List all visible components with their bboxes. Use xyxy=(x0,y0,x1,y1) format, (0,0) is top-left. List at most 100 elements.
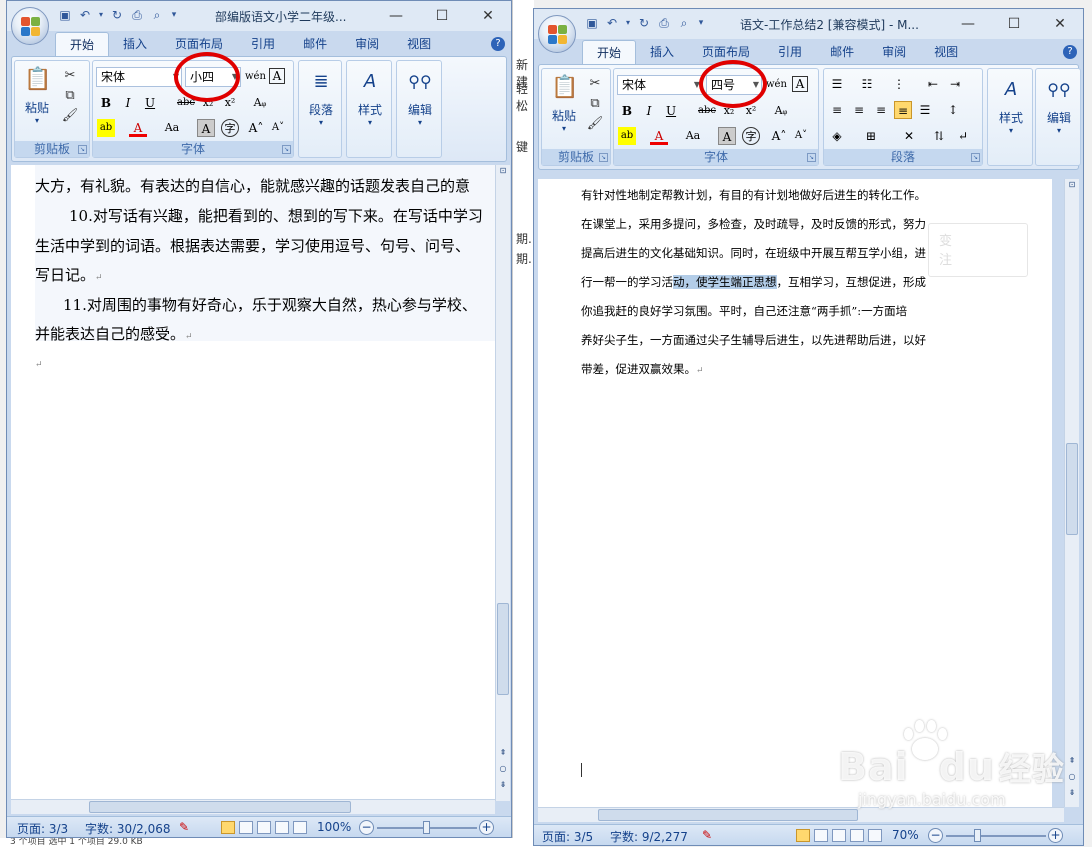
word-count[interactable]: 字数: 9/2,277 xyxy=(610,828,688,845)
character-border-icon[interactable]: A xyxy=(792,76,808,92)
print-layout-icon[interactable] xyxy=(221,821,235,834)
redo-icon[interactable]: ↻ xyxy=(109,7,125,23)
horizontal-scrollbar[interactable] xyxy=(11,799,495,814)
decrease-indent-icon[interactable]: ⇤ xyxy=(924,75,942,93)
shading-icon[interactable]: ◈ xyxy=(828,127,846,145)
tab-mailings[interactable]: 邮件 xyxy=(816,40,868,64)
align-center-icon[interactable]: ≡ xyxy=(850,101,868,119)
outline-view-icon[interactable] xyxy=(275,821,289,834)
bold-icon[interactable]: B xyxy=(97,94,115,112)
subscript-icon[interactable]: x₂ xyxy=(199,94,217,112)
tab-page-layout[interactable]: 页面布局 xyxy=(161,32,237,56)
grow-font-icon[interactable]: A˄ xyxy=(770,127,788,145)
prev-page-icon[interactable]: ⇞ xyxy=(496,747,510,759)
multilevel-list-icon[interactable]: ⋮ xyxy=(890,75,908,93)
scroll-thumb[interactable] xyxy=(1066,443,1078,535)
web-layout-icon[interactable] xyxy=(832,829,846,842)
draft-view-icon[interactable] xyxy=(293,821,307,834)
enclose-characters-icon[interactable]: 字 xyxy=(742,127,760,145)
cut-icon[interactable]: ✂ xyxy=(586,75,604,93)
selected-text[interactable]: 动，使学生端正思想 xyxy=(673,275,777,289)
superscript-icon[interactable]: x² xyxy=(742,102,760,120)
scroll-thumb[interactable] xyxy=(598,809,858,821)
help-icon[interactable]: ? xyxy=(1063,45,1077,59)
strikethrough-icon[interactable]: abc xyxy=(177,94,195,112)
show-marks-icon[interactable]: ↵ xyxy=(954,127,972,145)
scroll-thumb[interactable] xyxy=(89,801,351,813)
tab-home[interactable]: 开始 xyxy=(55,32,110,56)
browse-object-icon[interactable]: ○ xyxy=(496,763,510,775)
customize-qat-icon[interactable]: ▾ xyxy=(696,15,706,31)
scroll-thumb[interactable] xyxy=(497,603,509,695)
format-painter-icon[interactable]: 🖌 xyxy=(61,107,79,125)
superscript-icon[interactable]: x² xyxy=(221,94,239,112)
draft-view-icon[interactable] xyxy=(868,829,882,842)
tab-home[interactable]: 开始 xyxy=(582,40,637,64)
zoom-in-button[interactable]: + xyxy=(1048,828,1063,843)
save-icon[interactable]: ▣ xyxy=(57,7,73,23)
tab-page-layout[interactable]: 页面布局 xyxy=(688,40,764,64)
distributed-icon[interactable]: ☰ xyxy=(916,101,934,119)
bullets-icon[interactable]: ☰ xyxy=(828,75,846,93)
align-left-icon[interactable]: ≡ xyxy=(828,101,846,119)
character-shading-icon[interactable]: A xyxy=(197,119,215,137)
editing-button[interactable]: ⚲⚲ 编辑 ▾ xyxy=(1038,75,1080,135)
office-button[interactable] xyxy=(11,7,49,45)
enclose-characters-icon[interactable]: 字 xyxy=(221,119,239,137)
character-shading-icon[interactable]: A xyxy=(718,127,736,145)
vertical-scrollbar[interactable]: ⊡ ⇞ ○ ⇟ xyxy=(1064,179,1079,807)
full-screen-reading-icon[interactable] xyxy=(814,829,828,842)
format-painter-icon[interactable]: 🖌 xyxy=(586,115,604,133)
zoom-out-button[interactable]: − xyxy=(359,820,374,835)
help-icon[interactable]: ? xyxy=(491,37,505,51)
save-icon[interactable]: ▣ xyxy=(584,15,600,31)
copy-icon[interactable]: ⧉ xyxy=(586,95,604,113)
undo-icon[interactable]: ↶ xyxy=(604,15,620,31)
paste-button[interactable]: 📋 粘贴 ▾ xyxy=(19,65,55,125)
editing-button[interactable]: ⚲⚲ 编辑 ▾ xyxy=(399,67,441,127)
strikethrough-icon[interactable]: abc xyxy=(698,102,716,120)
font-name-combo[interactable]: 宋体 ▼ xyxy=(617,75,703,95)
character-border-icon[interactable]: A xyxy=(269,68,285,84)
next-page-icon[interactable]: ⇟ xyxy=(496,779,510,791)
dialog-launcher-icon[interactable]: ↘ xyxy=(599,153,608,162)
maximize-button[interactable]: ☐ xyxy=(419,1,465,31)
subscript-icon[interactable]: x₂ xyxy=(720,102,738,120)
highlight-icon[interactable]: ab xyxy=(97,119,115,137)
sort-icon[interactable]: ⇅ xyxy=(930,127,948,145)
tab-mailings[interactable]: 邮件 xyxy=(289,32,341,56)
phonetic-guide-icon[interactable]: wén xyxy=(766,76,787,94)
change-case-icon[interactable]: Aa xyxy=(163,119,181,137)
clear-formatting-icon[interactable]: Aᵩ xyxy=(251,94,269,112)
zoom-slider-track[interactable] xyxy=(946,835,1046,837)
zoom-out-button[interactable]: − xyxy=(928,828,943,843)
borders-icon[interactable]: ⊞ xyxy=(862,127,880,145)
italic-icon[interactable]: I xyxy=(640,102,658,120)
numbering-icon[interactable]: ☷ xyxy=(858,75,876,93)
cut-icon[interactable]: ✂ xyxy=(61,67,79,85)
change-case-icon[interactable]: Aa xyxy=(684,127,702,145)
shrink-font-icon[interactable]: A˅ xyxy=(792,127,810,145)
close-button[interactable]: ✕ xyxy=(1037,9,1083,39)
tab-insert[interactable]: 插入 xyxy=(109,32,161,56)
minimize-button[interactable]: — xyxy=(945,9,991,39)
italic-icon[interactable]: I xyxy=(119,94,137,112)
tab-references[interactable]: 引用 xyxy=(237,32,289,56)
paragraph-button[interactable]: ≣ 段落 ▾ xyxy=(301,67,341,127)
align-right-icon[interactable]: ≡ xyxy=(872,101,890,119)
dialog-launcher-icon[interactable]: ↘ xyxy=(78,145,87,154)
maximize-button[interactable]: ☐ xyxy=(991,9,1037,39)
increase-indent-icon[interactable]: ⇥ xyxy=(946,75,964,93)
page-indicator[interactable]: 页面: 3/3 xyxy=(17,820,68,837)
tab-review[interactable]: 审阅 xyxy=(868,40,920,64)
print-icon[interactable]: ⎙ xyxy=(129,7,145,23)
proofing-icon[interactable]: ✎ xyxy=(702,828,712,842)
font-size-combo[interactable]: 四号 ▼ xyxy=(706,75,762,95)
mini-toolbar[interactable]: 变 注 xyxy=(928,223,1028,277)
document-page[interactable]: 大方，有礼貌。有表达的自信心，能就感兴趣的话题发表自己的意 10.对写话有兴趣，… xyxy=(11,165,495,801)
ruler-toggle-icon[interactable]: ⊡ xyxy=(1065,179,1079,191)
font-size-combo[interactable]: 小四 ▼ xyxy=(185,67,241,87)
dialog-launcher-icon[interactable]: ↘ xyxy=(971,153,980,162)
ruler-toggle-icon[interactable]: ⊡ xyxy=(496,165,510,177)
paste-button[interactable]: 📋 粘贴 ▾ xyxy=(546,73,582,133)
